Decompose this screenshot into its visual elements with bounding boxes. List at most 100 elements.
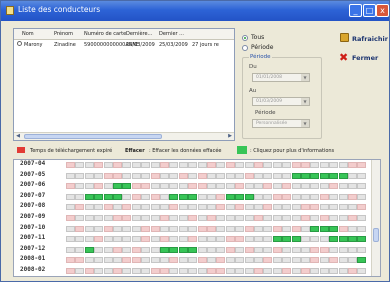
day-cell[interactable] bbox=[160, 183, 169, 190]
day-cell[interactable] bbox=[84, 172, 94, 179]
day-cell[interactable] bbox=[150, 236, 160, 243]
day-cell[interactable] bbox=[66, 236, 75, 243]
day-cell[interactable] bbox=[75, 183, 85, 190]
day-cell[interactable] bbox=[282, 257, 292, 264]
activity-cell-available[interactable] bbox=[319, 225, 329, 232]
day-cell[interactable] bbox=[113, 172, 122, 179]
day-cell[interactable] bbox=[291, 183, 301, 190]
day-cell[interactable] bbox=[254, 225, 263, 232]
day-cell[interactable] bbox=[75, 246, 85, 253]
day-cell[interactable] bbox=[282, 183, 292, 190]
day-cell[interactable] bbox=[329, 183, 339, 190]
day-cell[interactable] bbox=[301, 193, 310, 200]
day-cell[interactable] bbox=[310, 193, 320, 200]
day-cell[interactable] bbox=[244, 183, 254, 190]
erase-button[interactable]: Effacer bbox=[125, 148, 145, 154]
day-cell[interactable] bbox=[141, 183, 151, 190]
vertical-scrollbar[interactable] bbox=[371, 160, 380, 276]
day-cell[interactable] bbox=[225, 225, 235, 232]
day-cell[interactable] bbox=[235, 162, 245, 168]
day-cell[interactable] bbox=[150, 215, 160, 221]
day-cell[interactable] bbox=[244, 204, 254, 211]
day-cell[interactable] bbox=[348, 193, 357, 200]
day-cell[interactable] bbox=[348, 162, 357, 168]
day-cell[interactable] bbox=[357, 172, 367, 179]
day-cell[interactable] bbox=[263, 183, 273, 190]
day-cell[interactable] bbox=[103, 236, 113, 243]
day-cell[interactable] bbox=[310, 236, 320, 243]
day-cell[interactable] bbox=[94, 246, 104, 253]
day-cell[interactable] bbox=[338, 193, 348, 200]
day-cell[interactable] bbox=[66, 183, 75, 190]
day-cell[interactable] bbox=[207, 193, 216, 200]
day-cell[interactable] bbox=[282, 268, 292, 274]
day-cell[interactable] bbox=[319, 215, 329, 221]
day-cell[interactable] bbox=[131, 204, 141, 211]
day-cell[interactable] bbox=[141, 215, 151, 221]
day-cell[interactable] bbox=[301, 268, 310, 274]
day-cell[interactable] bbox=[150, 193, 160, 200]
day-cell[interactable] bbox=[207, 215, 216, 221]
day-cell[interactable] bbox=[141, 204, 151, 211]
activity-cell-available[interactable] bbox=[84, 193, 94, 200]
day-cell[interactable] bbox=[272, 193, 282, 200]
day-cell[interactable] bbox=[66, 268, 75, 274]
day-cell[interactable] bbox=[122, 268, 132, 274]
day-cell[interactable] bbox=[66, 172, 75, 179]
day-cell[interactable] bbox=[254, 183, 263, 190]
day-cell[interactable] bbox=[225, 172, 235, 179]
day-cell[interactable] bbox=[329, 268, 339, 274]
day-cell[interactable] bbox=[103, 204, 113, 211]
activity-cell-available[interactable] bbox=[169, 246, 179, 253]
day-cell[interactable] bbox=[197, 268, 207, 274]
day-cell[interactable] bbox=[244, 215, 254, 221]
day-cell[interactable] bbox=[235, 183, 245, 190]
day-cell[interactable] bbox=[131, 215, 141, 221]
activity-cell-available[interactable] bbox=[338, 172, 348, 179]
day-cell[interactable] bbox=[338, 268, 348, 274]
day-cell[interactable] bbox=[338, 183, 348, 190]
day-cell[interactable] bbox=[310, 215, 320, 221]
day-cell[interactable] bbox=[66, 246, 75, 253]
day-cell[interactable] bbox=[113, 204, 122, 211]
day-cell[interactable] bbox=[207, 246, 216, 253]
day-cell[interactable] bbox=[160, 204, 169, 211]
activity-cell-available[interactable] bbox=[338, 236, 348, 243]
day-cell[interactable] bbox=[84, 236, 94, 243]
day-cell[interactable] bbox=[272, 246, 282, 253]
activity-cell-available[interactable] bbox=[103, 193, 113, 200]
day-cell[interactable] bbox=[357, 225, 367, 232]
day-cell[interactable] bbox=[131, 236, 141, 243]
day-cell[interactable] bbox=[235, 225, 245, 232]
day-cell[interactable] bbox=[197, 193, 207, 200]
day-cell[interactable] bbox=[272, 172, 282, 179]
day-cell[interactable] bbox=[169, 225, 179, 232]
day-cell[interactable] bbox=[272, 183, 282, 190]
day-cell[interactable] bbox=[197, 172, 207, 179]
activity-cell-available[interactable] bbox=[244, 193, 254, 200]
day-cell[interactable] bbox=[216, 193, 226, 200]
day-cell[interactable] bbox=[66, 257, 75, 264]
day-cell[interactable] bbox=[103, 268, 113, 274]
day-cell[interactable] bbox=[291, 193, 301, 200]
activity-cell-available[interactable] bbox=[357, 257, 367, 264]
day-cell[interactable] bbox=[150, 204, 160, 211]
day-cell[interactable] bbox=[348, 204, 357, 211]
activity-cell-available[interactable] bbox=[282, 236, 292, 243]
day-cell[interactable] bbox=[160, 193, 169, 200]
day-cell[interactable] bbox=[301, 162, 310, 168]
day-cell[interactable] bbox=[254, 236, 263, 243]
day-cell[interactable] bbox=[235, 268, 245, 274]
day-cell[interactable] bbox=[357, 162, 367, 168]
day-cell[interactable] bbox=[84, 268, 94, 274]
column-header-last-download[interactable]: Dernière... bbox=[126, 31, 152, 37]
day-cell[interactable] bbox=[141, 236, 151, 243]
day-cell[interactable] bbox=[131, 225, 141, 232]
day-cell[interactable] bbox=[301, 204, 310, 211]
day-cell[interactable] bbox=[254, 257, 263, 264]
day-cell[interactable] bbox=[169, 236, 179, 243]
day-cell[interactable] bbox=[329, 193, 339, 200]
day-cell[interactable] bbox=[94, 215, 104, 221]
day-cell[interactable] bbox=[216, 225, 226, 232]
day-cell[interactable] bbox=[272, 162, 282, 168]
